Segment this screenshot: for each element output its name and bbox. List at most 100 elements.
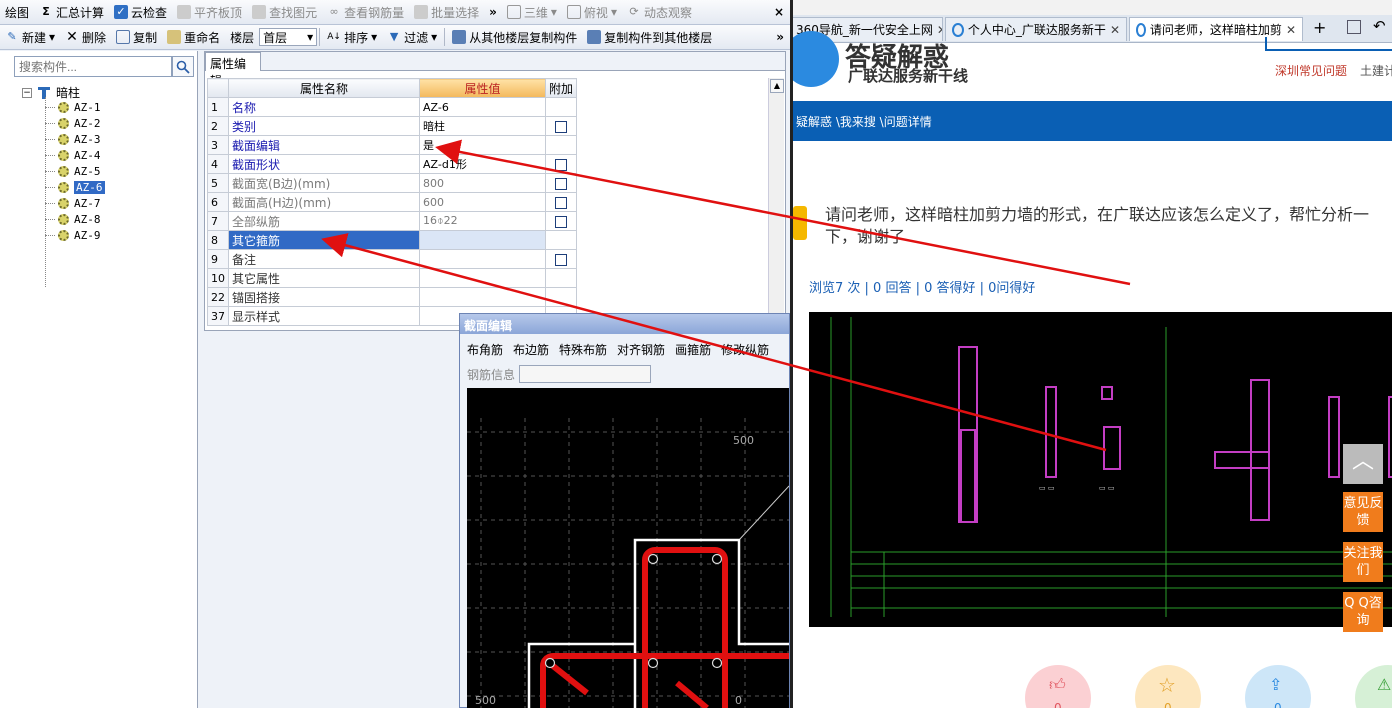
property-value[interactable]: [419, 287, 546, 307]
property-row[interactable]: 7 全部纵筋 16⌽22: [207, 211, 578, 231]
property-row[interactable]: 3 截面编辑是: [207, 135, 578, 155]
like-button[interactable]: 👍︎ 0: [1025, 665, 1091, 708]
tree-item[interactable]: AZ-8: [58, 213, 101, 226]
property-row[interactable]: 10+其它属性: [207, 268, 578, 288]
tool-modify-longitudinal[interactable]: 修改纵筋: [721, 341, 769, 361]
floor-select[interactable]: 首层 ▾: [259, 28, 318, 46]
batch-select-button[interactable]: 批量选择: [409, 1, 484, 23]
extra-checkbox[interactable]: [555, 120, 567, 133]
tree-guide-line: [45, 203, 55, 204]
section-cad-canvas[interactable]: 500 500 0: [467, 388, 789, 708]
view-rebar-qty-button[interactable]: ∞ 查看钢筋量: [322, 1, 409, 23]
collapse-minus-icon[interactable]: −: [22, 87, 32, 98]
cloud-check-button[interactable]: ✓ 云检查: [109, 1, 172, 23]
tree-item[interactable]: AZ-6: [58, 181, 105, 194]
sum-calc-button[interactable]: Σ 汇总计算: [34, 1, 109, 23]
close-icon[interactable]: ✕: [1110, 23, 1120, 37]
tab-list-icon[interactable]: [1347, 20, 1361, 34]
sort-button[interactable]: A↓ 排序 ▾: [322, 26, 382, 48]
property-row[interactable]: 5 截面宽(B边)(mm) 800: [207, 173, 578, 193]
property-row[interactable]: 4 截面形状 AZ-d1形: [207, 154, 578, 174]
tab-property-edit[interactable]: 属性编辑: [205, 52, 261, 88]
tree-item[interactable]: AZ-5: [58, 165, 101, 178]
delete-button[interactable]: ✕ 删除: [60, 26, 111, 48]
scroll-up-icon[interactable]: ▲: [770, 79, 784, 93]
toolbar-overflow-icon[interactable]: ×: [768, 5, 790, 19]
tool-corner-rebar[interactable]: 布角筋: [467, 341, 503, 361]
property-value[interactable]: [419, 230, 546, 250]
extra-checkbox[interactable]: [555, 158, 567, 171]
tree-item[interactable]: AZ-9: [58, 229, 101, 242]
copy-from-other-floor-button[interactable]: 从其他楼层复制构件: [447, 26, 582, 48]
component-search-input[interactable]: [14, 56, 172, 77]
follow-us-button[interactable]: 关注我们: [1343, 542, 1383, 582]
new-tab-icon[interactable]: +: [1313, 18, 1326, 37]
property-value[interactable]: [419, 268, 546, 288]
rename-button[interactable]: 重命名: [162, 26, 225, 48]
tree-item[interactable]: AZ-2: [58, 117, 101, 130]
property-value[interactable]: 是: [419, 135, 546, 155]
property-row[interactable]: 9 备注: [207, 249, 578, 269]
browser-bookmark-strip: [793, 0, 1392, 15]
faq-link[interactable]: 深圳常见问题: [1275, 62, 1347, 79]
rebar-info-row: 钢筋信息: [467, 365, 652, 383]
rebar-info-combo[interactable]: [519, 365, 652, 383]
section-edit-title[interactable]: 截面编辑: [460, 314, 789, 334]
tool-draw-stirrup[interactable]: 画箍筋: [675, 341, 711, 361]
find-element-button[interactable]: 查找图元: [247, 1, 322, 23]
view-3d-dropdown[interactable]: 三维 ▾: [502, 1, 562, 23]
extra-checkbox[interactable]: [555, 196, 567, 209]
feedback-button[interactable]: 意见反馈: [1343, 492, 1383, 532]
undo-icon[interactable]: ↶: [1373, 17, 1386, 35]
property-value[interactable]: [419, 249, 546, 269]
copy-to-other-floor-button[interactable]: 复制构件到其他楼层: [582, 26, 717, 48]
tree-item-label: AZ-9: [74, 229, 101, 242]
new-button[interactable]: ✎ 新建 ▾: [0, 26, 60, 48]
tool-edge-rebar[interactable]: 布边筋: [513, 341, 549, 361]
property-row[interactable]: 8 其它箍筋: [207, 230, 578, 250]
extra-checkbox[interactable]: [555, 215, 567, 228]
more-chevron-icon[interactable]: »: [484, 1, 502, 23]
tree-item[interactable]: AZ-1: [58, 101, 101, 114]
civil-link[interactable]: 土建计: [1360, 62, 1392, 79]
flush-slab-top-button[interactable]: 平齐板顶: [172, 1, 247, 23]
back-to-top-button[interactable]: ︿: [1343, 444, 1383, 484]
tree-item[interactable]: AZ-4: [58, 149, 101, 162]
property-value[interactable]: 800: [419, 173, 546, 193]
share-button[interactable]: ⇪ 0: [1245, 665, 1311, 708]
report-button[interactable]: ⚠: [1355, 665, 1392, 708]
favorite-button[interactable]: ☆ 0: [1135, 665, 1201, 708]
property-value[interactable]: AZ-6: [419, 97, 546, 117]
toolbar-overflow-icon[interactable]: »: [770, 30, 790, 44]
property-value[interactable]: 16⌽22: [419, 211, 546, 231]
tree-root-node[interactable]: − 暗柱: [22, 84, 80, 101]
question-image[interactable]: ▭ ▭ ▭ ▭: [809, 312, 1392, 627]
dynamic-view-button[interactable]: ⟳ 动态观察: [622, 1, 697, 23]
copy-button[interactable]: 复制: [111, 26, 162, 48]
filter-button[interactable]: ▼ 过滤 ▾: [382, 26, 442, 48]
property-value[interactable]: 暗柱: [419, 116, 546, 136]
property-name: 截面宽(B边)(mm): [228, 173, 420, 193]
property-row[interactable]: 2 类别 暗柱: [207, 116, 578, 136]
draw-button[interactable]: 绘图: [0, 1, 34, 23]
search-button[interactable]: [172, 56, 194, 77]
question-stats: 浏览7 次 | 0 回答 | 0 答得好 | 0问得好: [809, 281, 1036, 296]
tool-special-rebar[interactable]: 特殊布筋: [559, 341, 607, 361]
property-row[interactable]: 1 名称 AZ-6: [207, 97, 578, 117]
property-scrollbar[interactable]: ▲: [768, 78, 784, 328]
gear-icon: [58, 150, 69, 161]
property-value[interactable]: 600: [419, 192, 546, 212]
close-icon[interactable]: ✕: [1286, 23, 1296, 37]
tree-item[interactable]: AZ-3: [58, 133, 101, 146]
tool-align-rebar[interactable]: 对齐钢筋: [617, 341, 665, 361]
tab-personal-center[interactable]: 个人中心_广联达服务新干 ✕: [945, 17, 1127, 41]
top-view-dropdown[interactable]: 俯视 ▾: [562, 1, 622, 23]
property-value[interactable]: AZ-d1形: [419, 154, 546, 174]
tree-item[interactable]: AZ-7: [58, 197, 101, 210]
property-row[interactable]: 22+锚固搭接: [207, 287, 578, 307]
property-row[interactable]: 6 截面高(H边)(mm) 600: [207, 192, 578, 212]
qq-consult-button[interactable]: Q Q咨询: [1343, 592, 1383, 632]
extra-checkbox[interactable]: [555, 177, 567, 190]
extra-checkbox[interactable]: [555, 253, 567, 266]
close-icon[interactable]: ✕: [937, 23, 942, 37]
